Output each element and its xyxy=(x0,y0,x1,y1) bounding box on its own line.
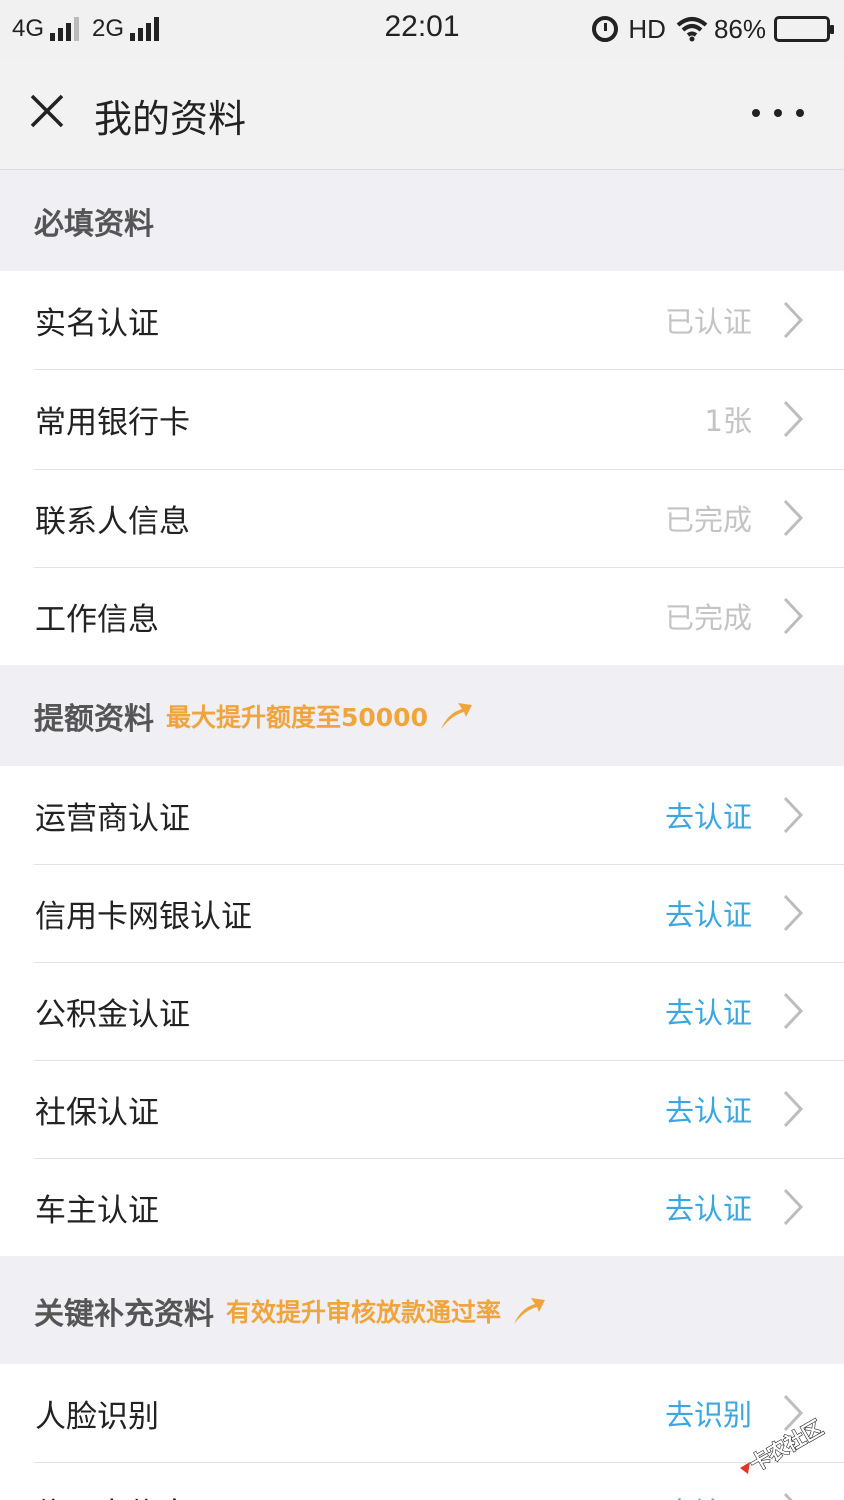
chevron-right-icon xyxy=(783,796,804,834)
item-label: 社保认证 xyxy=(35,1094,159,1131)
list-supplement: 人脸识别 去识别 信用卡信息 去填写 xyxy=(0,1364,844,1500)
item-label: 工作信息 xyxy=(35,601,159,638)
more-options-icon[interactable] xyxy=(752,98,804,128)
list-item-social-security[interactable]: 社保认证 去认证 xyxy=(0,1060,844,1158)
status-right: HD 86% xyxy=(592,12,834,46)
list-item-housing-fund[interactable]: 公积金认证 去认证 xyxy=(0,962,844,1060)
section-title: 提额资料 xyxy=(34,702,154,737)
chevron-right-icon xyxy=(783,992,804,1030)
item-label: 人脸识别 xyxy=(35,1398,159,1435)
wifi-icon xyxy=(676,17,708,42)
item-action: 去填写 xyxy=(665,1490,752,1500)
trend-up-arrow-icon xyxy=(440,703,472,729)
page-title: 我的资料 xyxy=(94,97,247,141)
section-header-credit-boost: 提额资料 最大提升额度至50000 xyxy=(0,666,844,766)
chevron-right-icon xyxy=(783,301,804,339)
chevron-right-icon xyxy=(783,894,804,932)
hd-label: HD xyxy=(628,13,666,44)
item-label: 联系人信息 xyxy=(35,503,190,540)
chevron-right-icon xyxy=(783,597,804,635)
chevron-right-icon xyxy=(783,1090,804,1128)
list-item-bank-card[interactable]: 常用银行卡 1张 xyxy=(0,369,844,469)
section-title: 必填资料 xyxy=(34,207,154,242)
trend-up-arrow-icon xyxy=(514,1298,546,1324)
watermark-logo: 卡农社区 xyxy=(740,1415,827,1477)
nav-bar: 我的资料 xyxy=(0,58,844,170)
close-icon[interactable] xyxy=(22,86,72,136)
item-action: 去认证 xyxy=(664,898,752,932)
section-note: 最大提升额度至50000 xyxy=(166,703,428,732)
item-action: 去认证 xyxy=(664,1192,752,1226)
chevron-right-icon xyxy=(783,499,804,537)
list-item-real-name[interactable]: 实名认证 已认证 xyxy=(0,271,844,369)
chevron-right-icon xyxy=(783,1188,804,1226)
list-item-car-owner[interactable]: 车主认证 去认证 xyxy=(0,1158,844,1256)
alarm-icon xyxy=(592,16,619,42)
list-credit-boost: 运营商认证 去认证 信用卡网银认证 去认证 公积金认证 去认证 社保认证 去认证… xyxy=(0,766,844,1256)
list-item-face-recognition[interactable]: 人脸识别 去识别 xyxy=(0,1364,844,1462)
list-item-credit-card-bank[interactable]: 信用卡网银认证 去认证 xyxy=(0,864,844,962)
chevron-right-icon xyxy=(783,400,804,438)
item-label: 运营商认证 xyxy=(35,800,190,837)
section-title: 关键补充资料 xyxy=(34,1297,214,1332)
section-header-supplement: 关键补充资料 有效提升审核放款通过率 xyxy=(0,1261,844,1361)
item-label: 实名认证 xyxy=(35,305,159,342)
item-action: 去认证 xyxy=(664,996,752,1030)
item-label: 公积金认证 xyxy=(35,996,190,1033)
item-label: 车主认证 xyxy=(35,1192,159,1229)
section-note: 有效提升审核放款通过率 xyxy=(226,1298,502,1327)
battery-percent: 86% xyxy=(713,13,766,44)
item-label: 信用卡信息 xyxy=(35,1489,190,1500)
item-label: 信用卡网银认证 xyxy=(35,898,252,935)
item-action: 去认证 xyxy=(664,800,752,834)
item-status: 1张 xyxy=(704,404,752,438)
item-status: 已认证 xyxy=(664,305,752,339)
item-action: 去认证 xyxy=(664,1094,752,1128)
list-item-work-info[interactable]: 工作信息 已完成 xyxy=(0,567,844,665)
section-header-required: 必填资料 xyxy=(0,171,844,271)
list-required: 实名认证 已认证 常用银行卡 1张 联系人信息 已完成 工作信息 已完成 xyxy=(0,271,844,665)
list-item-carrier[interactable]: 运营商认证 去认证 xyxy=(0,766,844,864)
chevron-right-icon xyxy=(783,1492,793,1500)
watermark-text: 卡农社区 xyxy=(746,1415,827,1476)
status-bar: 4G 2G 22:01 HD 86% xyxy=(0,0,844,58)
list-item-contacts[interactable]: 联系人信息 已完成 xyxy=(0,469,844,567)
item-status: 已完成 xyxy=(664,601,752,635)
battery-icon xyxy=(774,16,834,42)
item-label: 常用银行卡 xyxy=(35,404,190,441)
item-status: 已完成 xyxy=(664,503,752,537)
list-item-credit-card-info[interactable]: 信用卡信息 去填写 xyxy=(0,1462,844,1500)
